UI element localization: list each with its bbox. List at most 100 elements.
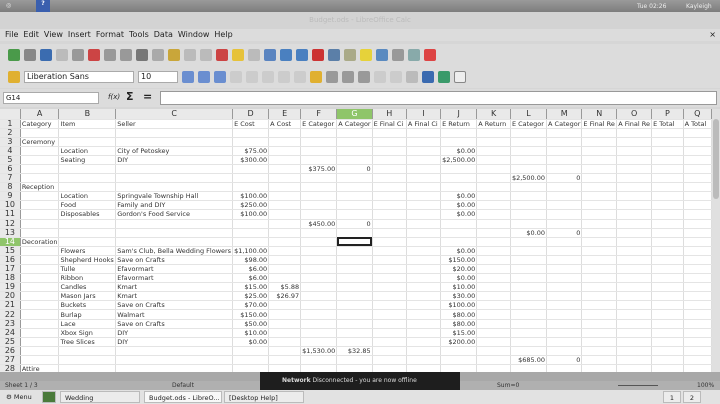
help-lifebuoy-icon[interactable] <box>424 49 436 61</box>
cell-P23[interactable] <box>651 319 684 329</box>
cell-O27[interactable] <box>616 355 653 366</box>
cell-H4[interactable] <box>372 146 407 156</box>
cell-P4[interactable] <box>651 146 684 156</box>
cell-I19[interactable] <box>406 282 442 293</box>
cell-G5[interactable] <box>336 155 373 165</box>
cell-P13[interactable] <box>651 228 684 238</box>
cell-K12[interactable] <box>476 219 511 229</box>
cell-M26[interactable] <box>546 346 583 356</box>
cell-C14[interactable] <box>115 237 234 247</box>
cell-P1[interactable]: E Total <box>651 119 684 129</box>
cell-C3[interactable] <box>115 137 234 147</box>
cell-J14[interactable] <box>440 237 478 247</box>
cell-G20[interactable] <box>336 291 373 302</box>
cell-J22[interactable]: $80.00 <box>440 309 478 320</box>
cell-N17[interactable] <box>581 264 618 275</box>
cell-I9[interactable] <box>406 191 442 202</box>
task-budget[interactable]: Budget.ods - LibreO... <box>144 391 222 403</box>
cell-B25[interactable]: Tree Slices <box>58 337 117 347</box>
new-icon[interactable] <box>8 49 20 61</box>
function-wizard-icon[interactable]: f(x) <box>108 93 120 101</box>
cell-E18[interactable] <box>268 273 302 284</box>
cell-N16[interactable] <box>581 255 618 266</box>
sum-icon[interactable]: Σ <box>126 90 134 103</box>
percent-icon[interactable] <box>326 71 338 83</box>
cell-C1[interactable]: Seller <box>115 119 234 129</box>
column-header-H[interactable]: H <box>372 109 407 120</box>
cell-F6[interactable]: $375.00 <box>300 164 338 175</box>
cell-K20[interactable] <box>476 291 511 302</box>
cell-K5[interactable] <box>476 155 511 165</box>
cell-K11[interactable] <box>476 209 511 220</box>
cell-K26[interactable] <box>476 346 511 356</box>
cell-D17[interactable]: $6.00 <box>232 264 270 275</box>
cell-C11[interactable]: Gordon's Food Service <box>115 209 234 220</box>
find-icon[interactable] <box>360 49 372 61</box>
cell-L18[interactable] <box>510 273 548 284</box>
cell-H13[interactable] <box>372 228 407 238</box>
cell-I5[interactable] <box>406 155 442 165</box>
cell-B10[interactable]: Food <box>58 200 117 211</box>
menu-tools[interactable]: Tools <box>129 29 149 41</box>
cell-M24[interactable] <box>546 328 583 338</box>
cell-L24[interactable] <box>510 328 548 338</box>
cell-K15[interactable] <box>476 246 511 256</box>
cell-L2[interactable] <box>510 128 548 138</box>
cell-K21[interactable] <box>476 300 511 311</box>
cell-K2[interactable] <box>476 128 511 138</box>
row-header[interactable]: 25 <box>0 337 21 347</box>
cell-D28[interactable] <box>232 364 270 372</box>
cell-Q28[interactable] <box>683 364 712 372</box>
cell-Q15[interactable] <box>683 246 712 256</box>
cell-H17[interactable] <box>372 264 407 275</box>
border-style-icon[interactable] <box>422 71 434 83</box>
cell-M11[interactable] <box>546 209 583 220</box>
cell-D3[interactable] <box>232 137 270 147</box>
cell-P3[interactable] <box>651 137 684 147</box>
row-header[interactable]: 8 <box>0 182 21 193</box>
cell-C5[interactable]: DIY <box>115 155 234 165</box>
cell-A9[interactable] <box>20 191 60 202</box>
column-header-B[interactable]: B <box>58 109 117 120</box>
row-header[interactable]: 21 <box>0 300 21 311</box>
cell-P2[interactable] <box>651 128 684 138</box>
cell-F23[interactable] <box>300 319 338 329</box>
cell-F14[interactable] <box>300 237 338 247</box>
cell-C22[interactable]: Walmart <box>115 309 234 320</box>
cell-N8[interactable] <box>581 182 618 193</box>
cell-J13[interactable] <box>440 228 478 238</box>
cell-G11[interactable] <box>336 209 373 220</box>
cell-D1[interactable]: E Cost <box>232 119 270 129</box>
cell-J20[interactable]: $30.00 <box>440 291 478 302</box>
cell-K23[interactable] <box>476 319 511 329</box>
cell-O20[interactable] <box>616 291 653 302</box>
cell-F18[interactable] <box>300 273 338 284</box>
cell-C12[interactable] <box>115 219 234 229</box>
cell-F26[interactable]: $1,530.00 <box>300 346 338 356</box>
cell-E12[interactable] <box>268 219 302 229</box>
cell-E5[interactable] <box>268 155 302 165</box>
cell-J28[interactable] <box>440 364 478 372</box>
cell-G6[interactable]: 0 <box>336 164 373 175</box>
cell-M9[interactable] <box>546 191 583 202</box>
cell-F19[interactable] <box>300 282 338 293</box>
sort-descending-icon[interactable] <box>296 49 308 61</box>
formula-equals-icon[interactable]: = <box>143 90 152 103</box>
row-header[interactable]: 20 <box>0 291 21 302</box>
borders-icon[interactable] <box>406 71 418 83</box>
cell-K10[interactable] <box>476 200 511 211</box>
cell-B28[interactable] <box>58 364 117 372</box>
cell-D8[interactable] <box>232 182 270 193</box>
cell-M15[interactable] <box>546 246 583 256</box>
cell-O11[interactable] <box>616 209 653 220</box>
cell-O7[interactable] <box>616 173 653 184</box>
cell-H18[interactable] <box>372 273 407 284</box>
decrease-indent-icon[interactable] <box>374 71 386 83</box>
cell-D21[interactable]: $70.00 <box>232 300 270 311</box>
row-header[interactable]: 11 <box>0 209 21 220</box>
cell-H16[interactable] <box>372 255 407 266</box>
cell-M7[interactable]: 0 <box>546 173 583 184</box>
cell-Q9[interactable] <box>683 191 712 202</box>
cell-Q7[interactable] <box>683 173 712 184</box>
cell-I1[interactable]: A Final Ci <box>406 119 442 129</box>
